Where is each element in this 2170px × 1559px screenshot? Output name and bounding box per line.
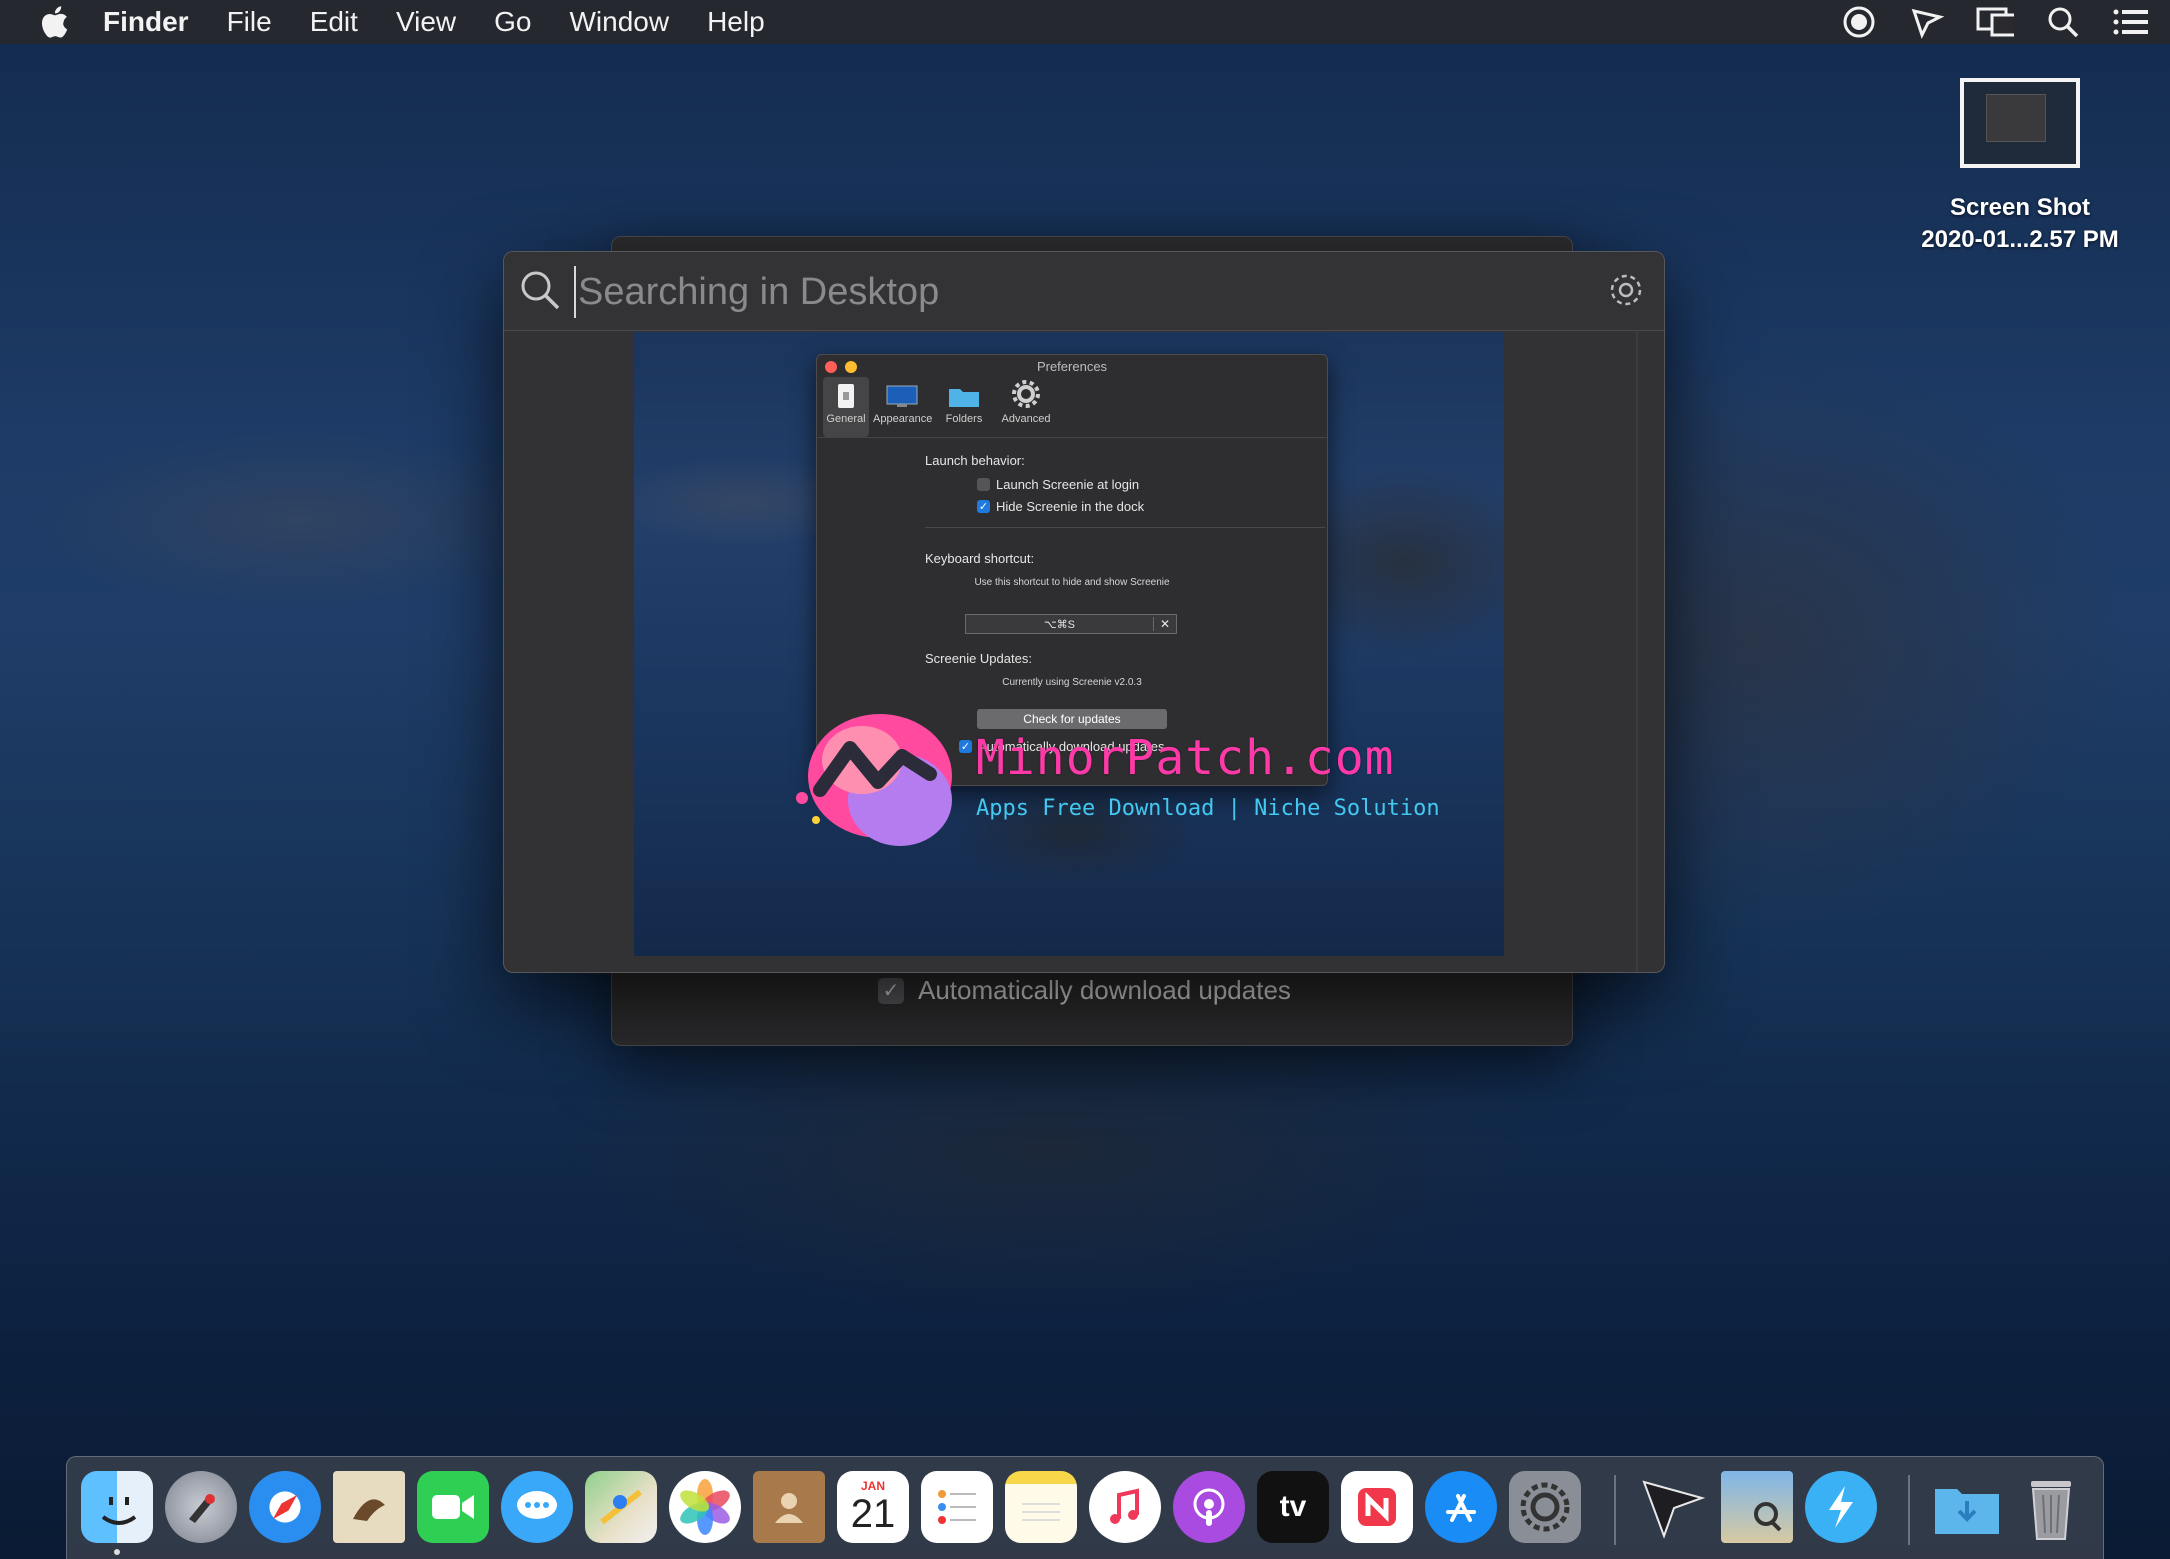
app-store-icon[interactable] <box>1425 1471 1497 1543</box>
search-input[interactable] <box>574 266 1480 318</box>
auto-download-option[interactable]: ✓ Automatically download updates <box>878 975 1291 1006</box>
shortcut-recorder: ⌥⌘S ✕ <box>965 614 1177 634</box>
podcasts-icon[interactable] <box>1173 1471 1245 1543</box>
safari-icon[interactable] <box>249 1471 321 1543</box>
watermark: MinorPatch.com Apps Free Download | Nich… <box>780 700 1440 860</box>
screenie-icon[interactable] <box>1637 1471 1709 1543</box>
desktop-file-screenshot[interactable]: Screen Shot 2020-01...2.57 PM <box>1920 78 2120 256</box>
notification-center-icon[interactable] <box>2112 3 2150 41</box>
tab-folders-label: Folders <box>945 413 983 425</box>
finder-running-indicator <box>114 1549 120 1555</box>
menu-file[interactable]: File <box>208 0 291 44</box>
shortcut-description: Use this shortcut to hide and show Scree… <box>974 577 1170 588</box>
screen-record-icon[interactable] <box>1840 3 1878 41</box>
menu-go[interactable]: Go <box>475 0 550 44</box>
hide-in-dock-option: ✓ Hide Screenie in the dock <box>977 499 1144 514</box>
watermark-subtitle: Apps Free Download | Niche Solution <box>976 796 1440 821</box>
tab-folders: Folders <box>935 377 993 437</box>
apple-tv-icon[interactable]: tv <box>1257 1471 1329 1543</box>
hide-in-dock-label: Hide Screenie in the dock <box>996 499 1145 514</box>
preview-icon[interactable] <box>1721 1471 1793 1543</box>
file-thumbnail <box>1960 78 2080 168</box>
apple-tv-label: tv <box>1279 1490 1307 1523</box>
menu-window[interactable]: Window <box>550 0 688 44</box>
tab-advanced: Advanced <box>997 377 1055 437</box>
dock-separator <box>1908 1475 1910 1545</box>
screenie-search-window: Preferences General Appearance Folders <box>503 251 1665 973</box>
menu-bar: Finder File Edit View Go Window Help <box>0 0 2170 44</box>
apple-menu-icon[interactable] <box>24 0 84 44</box>
tab-advanced-label: Advanced <box>1001 413 1051 425</box>
launchpad-icon[interactable] <box>165 1471 237 1543</box>
search-icon <box>518 268 562 312</box>
calendar-icon[interactable]: JAN 21 <box>837 1471 909 1543</box>
updates-heading: Screenie Updates: <box>925 651 1032 666</box>
auto-download-label: Automatically download updates <box>918 975 1291 1005</box>
launch-behavior-heading: Launch behavior: <box>925 453 1025 468</box>
downloads-folder-icon[interactable] <box>1931 1471 2003 1543</box>
photos-icon[interactable] <box>669 1471 741 1543</box>
launch-at-login-option: Launch Screenie at login <box>977 477 1139 492</box>
maps-icon[interactable] <box>585 1471 657 1543</box>
tab-general: General <box>823 377 869 437</box>
spotlight-icon[interactable] <box>2044 3 2082 41</box>
watermark-title: MinorPatch.com <box>976 730 1395 786</box>
version-text: Currently using Screenie v2.0.3 <box>1002 677 1142 688</box>
trash-icon[interactable] <box>2015 1471 2087 1543</box>
facetime-icon[interactable] <box>417 1471 489 1543</box>
screenie-icon[interactable] <box>1908 3 1946 41</box>
watermark-logo-icon <box>796 714 952 846</box>
tab-appearance-label: Appearance <box>873 413 933 425</box>
hide-in-dock-checkbox: ✓ <box>977 500 990 513</box>
shortcut-value: ⌥⌘S <box>1043 618 1075 631</box>
news-icon[interactable] <box>1341 1471 1413 1543</box>
scrollbar[interactable] <box>1636 330 1638 972</box>
display-mirroring-icon[interactable] <box>1976 3 2014 41</box>
auto-download-checkbox[interactable]: ✓ <box>878 977 904 1004</box>
mail-icon[interactable] <box>333 1471 405 1543</box>
system-preferences-icon[interactable] <box>1509 1471 1581 1543</box>
search-bar <box>504 252 1664 331</box>
screenshot-preview[interactable]: Preferences General Appearance Folders A… <box>634 332 1504 956</box>
menu-view[interactable]: View <box>377 0 475 44</box>
menu-help[interactable]: Help <box>688 0 784 44</box>
dock-separator <box>1614 1475 1616 1545</box>
settings-gear-icon[interactable] <box>1606 270 1646 310</box>
messages-icon[interactable] <box>501 1471 573 1543</box>
menu-edit[interactable]: Edit <box>291 0 377 44</box>
music-icon[interactable] <box>1089 1471 1161 1543</box>
calendar-month: JAN <box>860 1479 885 1493</box>
preview-prefs-toolbar: General Appearance Folders Advanced <box>817 373 1327 438</box>
calendar-day: 21 <box>850 1492 896 1536</box>
quick-switch-icon[interactable] <box>1805 1471 1877 1543</box>
file-name-line2: 2020-01...2.57 PM <box>1921 226 2119 253</box>
reminders-icon[interactable] <box>921 1471 993 1543</box>
file-name-line1: Screen Shot <box>1949 194 2091 221</box>
tab-general-label: General <box>826 413 866 425</box>
clear-shortcut-icon: ✕ <box>1153 617 1176 631</box>
keyboard-shortcut-heading: Keyboard shortcut: <box>925 551 1035 566</box>
status-menu-area <box>1840 0 2150 44</box>
finder-icon[interactable] <box>81 1471 153 1543</box>
dock: JAN 21 tv <box>66 1456 2104 1559</box>
contacts-icon[interactable] <box>753 1471 825 1543</box>
notes-icon[interactable] <box>1005 1471 1077 1543</box>
launch-at-login-label: Launch Screenie at login <box>996 477 1140 492</box>
preview-window-title: Preferences <box>1036 359 1108 374</box>
tab-appearance: Appearance <box>873 377 933 437</box>
launch-at-login-checkbox <box>977 478 990 491</box>
divider <box>925 527 1325 528</box>
menu-app-finder[interactable]: Finder <box>84 0 208 44</box>
